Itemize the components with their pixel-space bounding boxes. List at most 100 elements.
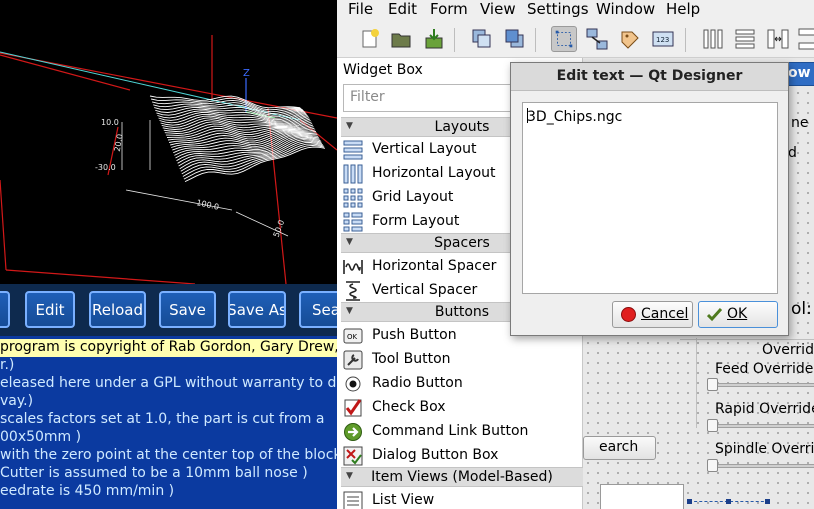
horizontal-layout-icon xyxy=(343,164,363,184)
menu-view[interactable]: View xyxy=(480,0,516,18)
gcode-button-bar: Edit Reload Save Save As Sea xyxy=(0,284,349,336)
gcode-line: eedrate is 450 mm/min ) xyxy=(0,483,175,499)
menu-help[interactable]: Help xyxy=(666,0,700,18)
edit-text-dialog: Edit text — Qt Designer 3D_Chips.ngc Can… xyxy=(510,62,789,336)
open-form-icon[interactable] xyxy=(388,26,414,52)
gcode-viewer[interactable]: program is copyright of Rab Gordon, Gary… xyxy=(0,336,337,509)
bring-to-front-icon[interactable] xyxy=(502,26,528,52)
dim-label-d: 50.0 xyxy=(272,219,287,239)
form-text-box[interactable] xyxy=(600,484,684,509)
save-form-icon[interactable] xyxy=(421,26,447,52)
widget-check-box[interactable]: Check Box xyxy=(343,396,583,420)
tool-button-icon xyxy=(343,350,363,370)
layout-horizontally-icon[interactable] xyxy=(700,26,726,52)
menu-edit[interactable]: Edit xyxy=(388,0,417,18)
spindle-override-label: Spindle Overrid xyxy=(715,441,814,457)
widget-label: List View xyxy=(372,492,435,508)
dim-label-a: 10.0 xyxy=(101,118,119,127)
widget-label: Horizontal Layout xyxy=(372,165,496,181)
widget-label: Push Button xyxy=(372,327,457,343)
slider-handle[interactable] xyxy=(707,378,718,391)
z-axis-label: Z xyxy=(243,68,250,79)
command-link-icon xyxy=(344,423,362,441)
dialog-title: Edit text — Qt Designer xyxy=(556,68,743,84)
send-to-back-icon[interactable] xyxy=(469,26,495,52)
reload-button[interactable]: Reload xyxy=(89,291,146,328)
override-group-label: Overrid xyxy=(762,342,814,358)
widget-radio-button[interactable]: Radio Button xyxy=(343,372,583,396)
edit-signals-icon[interactable] xyxy=(584,26,610,52)
check-box-icon xyxy=(344,399,362,417)
widget-list-view[interactable]: List View xyxy=(343,489,583,509)
gcode-line: Cutter is assumed to be a 10mm ball nose… xyxy=(0,465,308,481)
menu-settings[interactable]: Settings xyxy=(527,0,589,18)
widget-dialog-button-box[interactable]: Dialog Button Box xyxy=(343,444,583,468)
gcode-line: 00x50mm ) xyxy=(0,429,82,445)
search-button-label: earch xyxy=(599,439,639,455)
toolpath-3d-view[interactable]: Z 10.0 -30.0 50.0 100.0 20.0 xyxy=(0,0,337,284)
widget-tool-button[interactable]: Tool Button xyxy=(343,348,583,372)
dialog-titlebar[interactable]: Edit text — Qt Designer xyxy=(511,63,788,91)
radio-button-icon xyxy=(345,376,361,392)
dialog-button-box-icon xyxy=(343,446,363,466)
gcode-line: with the zero point at the center top of… xyxy=(0,447,337,463)
menu-window[interactable]: Window xyxy=(596,0,655,18)
edit-button[interactable]: Edit xyxy=(25,291,75,328)
edit-widgets-icon[interactable] xyxy=(551,26,577,52)
widget-label: Check Box xyxy=(372,399,446,415)
gcode-line: vay.) xyxy=(0,393,34,409)
form-label-fragment: ne xyxy=(791,115,809,131)
slider-handle[interactable] xyxy=(707,419,718,432)
slider-handle[interactable] xyxy=(707,459,718,472)
toolpath-plot: Z 10.0 -30.0 50.0 100.0 20.0 xyxy=(0,35,337,284)
text-edit-field[interactable]: 3D_Chips.ngc xyxy=(522,102,778,294)
spindle-override-slider[interactable] xyxy=(707,464,814,468)
main-toolbar: 123 xyxy=(337,20,814,58)
category-item-views[interactable]: ▼ Item Views (Model-Based) xyxy=(341,467,583,487)
ok-button[interactable]: OK xyxy=(698,301,778,328)
dim-label-b: 20.0 xyxy=(113,133,125,152)
edit-buddies-icon[interactable] xyxy=(617,26,643,52)
svg-text:123: 123 xyxy=(656,36,669,44)
edit-tab-order-icon[interactable]: 123 xyxy=(650,26,676,52)
form-label-fragment: d xyxy=(788,145,797,161)
widget-label: Form Layout xyxy=(372,213,460,229)
rapid-override-label: Rapid Override xyxy=(715,401,814,417)
open-button[interactable] xyxy=(0,291,10,328)
text-edit-value: 3D_Chips.ngc xyxy=(527,109,623,125)
rapid-override-slider[interactable] xyxy=(707,424,814,428)
form-layout-icon xyxy=(343,212,363,232)
gcode-line: scales factors set at 1.0, the part is c… xyxy=(0,411,325,427)
widget-box-title: Widget Box xyxy=(343,62,423,78)
toolpath-mesh xyxy=(149,95,326,183)
widget-label: Radio Button xyxy=(372,375,463,391)
vertical-spacer-icon xyxy=(346,281,360,301)
search-button-preview[interactable]: earch xyxy=(583,436,656,460)
horizontal-spacer-icon xyxy=(343,260,363,274)
category-label: Item Views (Model-Based) xyxy=(371,469,553,485)
form-label-fragment: ol: xyxy=(791,299,812,319)
grid-layout-icon xyxy=(343,188,363,208)
widget-label: Tool Button xyxy=(372,351,451,367)
cancel-label: Cancel xyxy=(641,306,689,322)
save-button[interactable]: Save xyxy=(159,291,216,328)
vertical-layout-icon xyxy=(343,140,363,160)
menu-form[interactable]: Form xyxy=(430,0,468,18)
layout-vertically-icon[interactable] xyxy=(732,26,758,52)
dim-label-c: -30.0 xyxy=(95,163,116,172)
feed-override-slider[interactable] xyxy=(707,383,814,387)
save-as-button[interactable]: Save As xyxy=(228,291,286,328)
layout-splitter-v-icon[interactable] xyxy=(795,26,814,52)
new-form-icon[interactable] xyxy=(357,26,383,52)
toolpath-line xyxy=(176,135,319,162)
feed-override-label: Feed Override xyxy=(715,361,814,377)
widget-command-link-button[interactable]: Command Link Button xyxy=(343,420,583,444)
cancel-button[interactable]: Cancel xyxy=(612,301,693,328)
push-button-icon: OK xyxy=(343,328,363,344)
list-view-icon xyxy=(343,491,363,509)
gcode-line: r.) xyxy=(0,357,15,373)
menu-file[interactable]: File xyxy=(348,0,373,18)
gcode-line: program is copyright of Rab Gordon, Gary… xyxy=(0,339,337,357)
cancel-icon xyxy=(621,307,636,322)
layout-splitter-h-icon[interactable] xyxy=(765,26,791,52)
